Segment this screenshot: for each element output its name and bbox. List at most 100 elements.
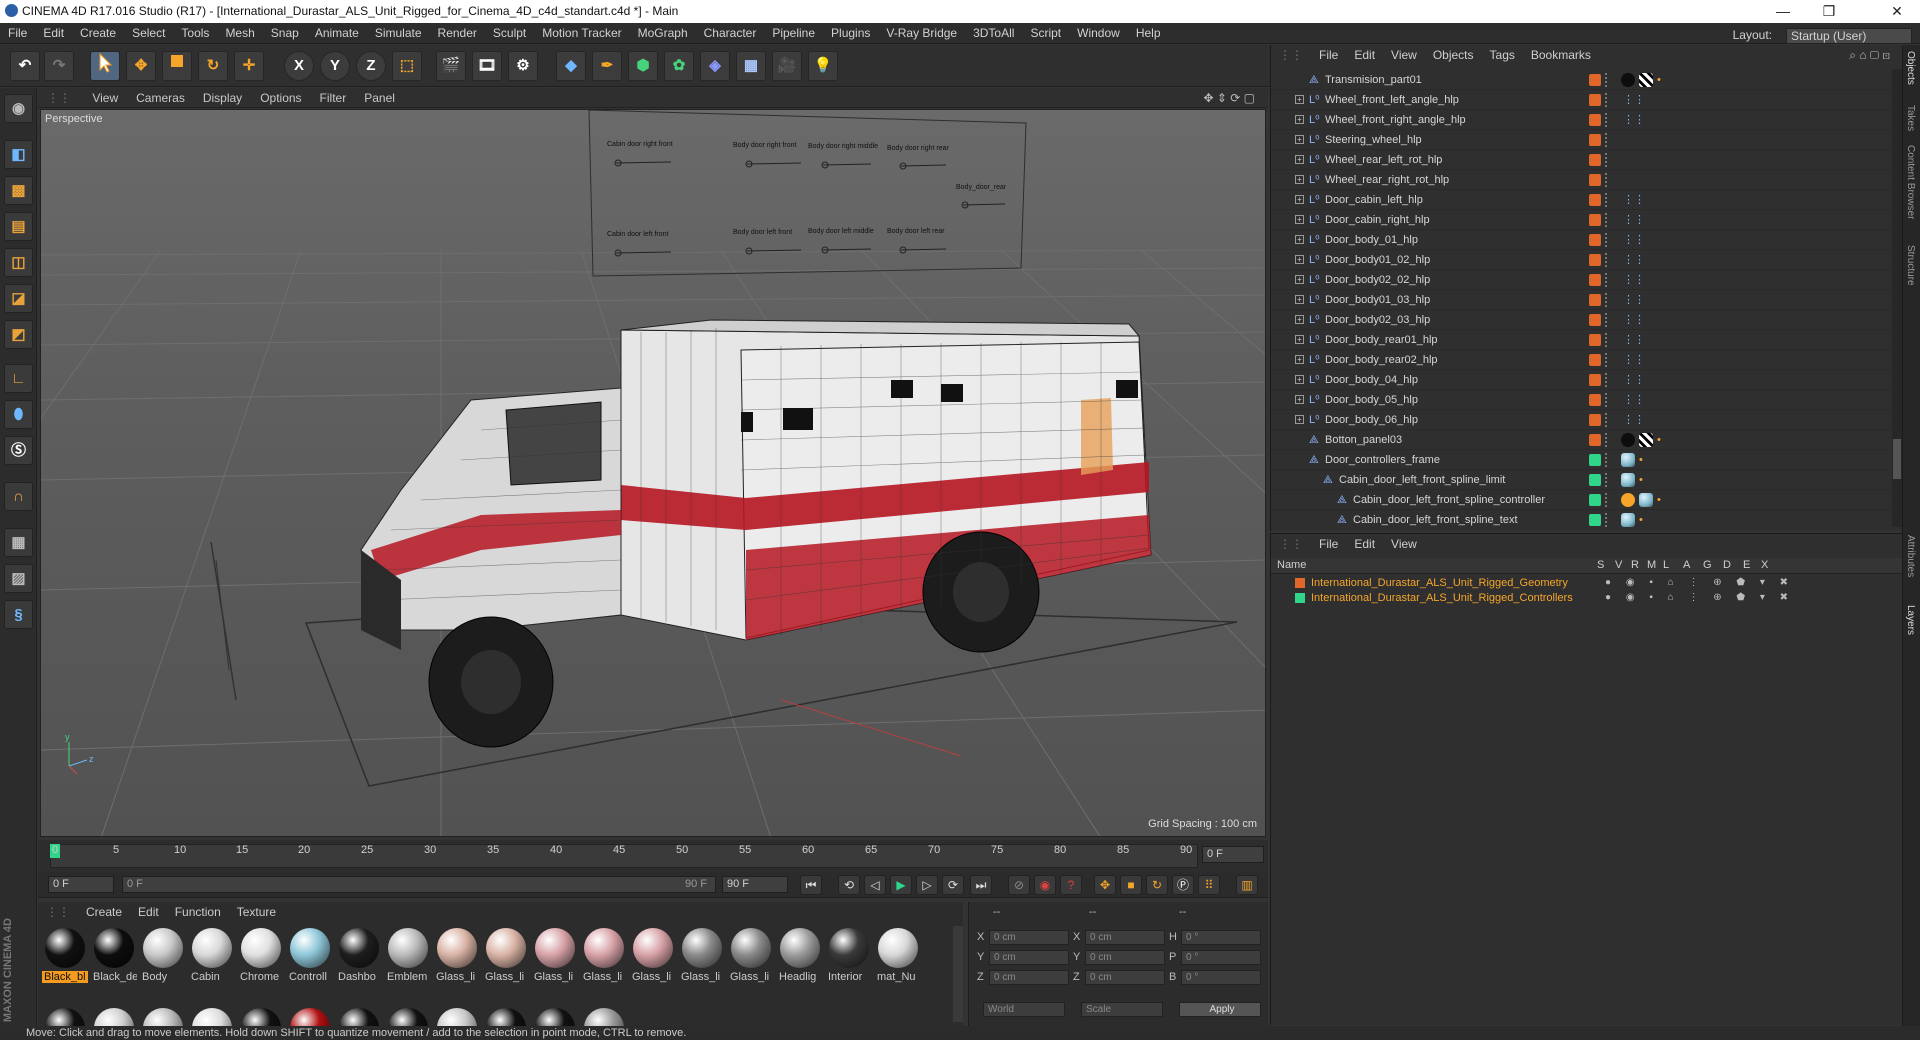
menu-pipeline[interactable]: Pipeline [764, 23, 823, 44]
menu-vray-bridge[interactable]: V-Ray Bridge [878, 23, 965, 44]
material-swatch[interactable]: Glass_li [434, 926, 480, 984]
object-row[interactable]: + L⁰ Door_cabin_left_hlp ⋮⋮ [1271, 190, 1891, 210]
material-swatch[interactable] [336, 1006, 382, 1026]
object-row[interactable]: ⟁ Cabin_door_left_front_spline_limit • [1271, 470, 1891, 490]
layer-color-swatch[interactable] [1589, 134, 1601, 146]
position-x-field[interactable]: 0 cm [989, 930, 1069, 945]
visibility-toggle-icon[interactable] [1605, 333, 1611, 347]
rotation-key-button[interactable]: ↻ [1146, 875, 1168, 895]
texture-mode-button[interactable]: ▩ [4, 176, 33, 205]
material-swatch[interactable]: Glass_li [483, 926, 529, 984]
layer-color-swatch[interactable] [1589, 314, 1601, 326]
object-row[interactable]: ⟁ Cabin_door_left_front_spline_controller… [1271, 490, 1891, 510]
mograph-cloner-button[interactable]: ✿ [664, 51, 694, 81]
object-row[interactable]: ⟁ Transmision_part01 • [1271, 70, 1891, 90]
material-swatch[interactable] [434, 1006, 480, 1026]
layer-toggles[interactable]: ● ◉ ▪ ⌂ ⋮ ⊕ ⬟ ▾ ✖ [1605, 591, 1794, 605]
material-swatch[interactable]: Glass_li [581, 926, 627, 984]
tag-icon[interactable]: ⋮⋮ [1623, 210, 1645, 230]
make-editable-button[interactable]: ◉ [4, 94, 33, 123]
size-z-field[interactable]: 0 cm [1085, 970, 1165, 985]
tag-icon[interactable]: ⋮⋮ [1623, 250, 1645, 270]
side-tab-attributes[interactable]: Attributes [1905, 535, 1916, 577]
layer-color-swatch[interactable] [1589, 194, 1601, 206]
side-tab-objects[interactable]: Objects [1905, 51, 1916, 85]
x-axis-lock-button[interactable]: X [284, 51, 314, 81]
visibility-toggle-icon[interactable] [1605, 493, 1611, 507]
layer-color-swatch[interactable] [1589, 214, 1601, 226]
viewport-menu-options[interactable]: Options [251, 88, 310, 108]
viewport-menu-cameras[interactable]: Cameras [127, 88, 194, 108]
current-frame-field[interactable]: 0 F [1202, 846, 1264, 863]
material-tag-icon[interactable] [1621, 453, 1635, 467]
material-tag-icon[interactable] [1621, 513, 1635, 527]
layer-color-swatch[interactable] [1589, 454, 1601, 466]
layers-menu-edit[interactable]: Edit [1346, 534, 1383, 554]
menu-mograph[interactable]: MoGraph [630, 23, 696, 44]
menu-select[interactable]: Select [124, 23, 173, 44]
tag-icon[interactable]: ⋮⋮ [1623, 270, 1645, 290]
axis-mode-button[interactable]: ∟ [4, 364, 33, 393]
object-row[interactable]: ⟁ Botton_panel03 • [1271, 430, 1891, 450]
side-tab-content-browser[interactable]: Content Browser [1905, 145, 1916, 219]
texture-tag-icon[interactable] [1639, 73, 1653, 87]
menu-edit[interactable]: Edit [35, 23, 72, 44]
minimize-button[interactable]: — [1760, 0, 1806, 23]
material-menu-function[interactable]: Function [167, 902, 229, 922]
previous-frame-button[interactable]: ◁ [864, 875, 886, 895]
tag-icon[interactable]: ⋮⋮ [1623, 310, 1645, 330]
visibility-toggle-icon[interactable] [1605, 193, 1611, 207]
preview-range-slider[interactable]: 0 F 90 F [122, 876, 716, 893]
object-scrollbar[interactable] [1892, 69, 1902, 527]
object-row[interactable]: + L⁰ Wheel_front_right_angle_hlp ⋮⋮ [1271, 110, 1891, 130]
move-tool-button[interactable]: ✥ [126, 51, 156, 81]
material-swatch[interactable]: Glass_li [532, 926, 578, 984]
expand-toggle-icon[interactable]: + [1295, 155, 1304, 164]
layer-toggles[interactable]: ● ◉ ▪ ⌂ ⋮ ⊕ ⬟ ▾ ✖ [1605, 576, 1794, 590]
camera-button[interactable]: 🎥 [772, 51, 802, 81]
parameter-key-button[interactable]: Ⓟ [1172, 875, 1194, 895]
objects-menu-edit[interactable]: Edit [1346, 45, 1383, 65]
visibility-toggle-icon[interactable] [1605, 433, 1611, 447]
protection-tag-icon[interactable] [1621, 493, 1635, 507]
timeline-window-button[interactable]: ▥ [1236, 875, 1258, 895]
z-axis-lock-button[interactable]: Z [356, 51, 386, 81]
undo-button[interactable]: ↶ [10, 51, 40, 81]
size-x-field[interactable]: 0 cm [1085, 930, 1165, 945]
layer-color-swatch[interactable] [1589, 294, 1601, 306]
material-swatch[interactable]: Cabin [189, 926, 235, 984]
expand-toggle-icon[interactable]: + [1295, 115, 1304, 124]
texture-tag-icon[interactable] [1639, 433, 1653, 447]
expand-toggle-icon[interactable]: + [1295, 295, 1304, 304]
tweak-mode-button[interactable]: ⬮ [4, 400, 33, 429]
material-menu-create[interactable]: Create [78, 902, 130, 922]
apply-button[interactable]: Apply [1179, 1002, 1261, 1017]
object-search-icons[interactable]: ⌕ ⌂ ▢ ⊡ [1841, 45, 1898, 65]
autokey-button[interactable]: ◉ [1034, 875, 1056, 895]
visibility-toggle-icon[interactable] [1605, 93, 1611, 107]
object-row[interactable]: ⟁ Door_controllers_frame • [1271, 450, 1891, 470]
object-row[interactable]: + L⁰ Door_body_06_hlp ⋮⋮ [1271, 410, 1891, 430]
point-level-key-button[interactable]: ⠿ [1198, 875, 1220, 895]
layer-color-swatch[interactable] [1295, 578, 1305, 588]
render-settings-button[interactable]: ⚙ [508, 51, 538, 81]
object-row[interactable]: + L⁰ Door_body_04_hlp ⋮⋮ [1271, 370, 1891, 390]
rotation-h-field[interactable]: 0 ° [1181, 930, 1261, 945]
expand-toggle-icon[interactable]: + [1295, 175, 1304, 184]
visibility-toggle-icon[interactable] [1605, 293, 1611, 307]
tag-icon[interactable]: ⋮⋮ [1623, 350, 1645, 370]
maximize-button[interactable]: ❐ [1806, 0, 1852, 23]
object-row[interactable]: + L⁰ Wheel_front_left_angle_hlp ⋮⋮ [1271, 90, 1891, 110]
selection-tag-icon[interactable]: • [1657, 70, 1661, 90]
spline-pen-button[interactable]: ✒ [592, 51, 622, 81]
expand-toggle-icon[interactable]: + [1295, 135, 1304, 144]
layer-color-swatch[interactable] [1589, 74, 1601, 86]
tag-icon[interactable]: ⋮⋮ [1623, 410, 1645, 430]
tag-icon[interactable]: ⋮⋮ [1623, 330, 1645, 350]
snap-button[interactable]: Ⓢ [4, 436, 33, 465]
object-row[interactable]: + L⁰ Wheel_rear_left_rot_hlp [1271, 150, 1891, 170]
material-swatch[interactable] [581, 1006, 627, 1026]
menu-create[interactable]: Create [72, 23, 124, 44]
material-swatch[interactable] [189, 1006, 235, 1026]
material-menu-edit[interactable]: Edit [130, 902, 167, 922]
